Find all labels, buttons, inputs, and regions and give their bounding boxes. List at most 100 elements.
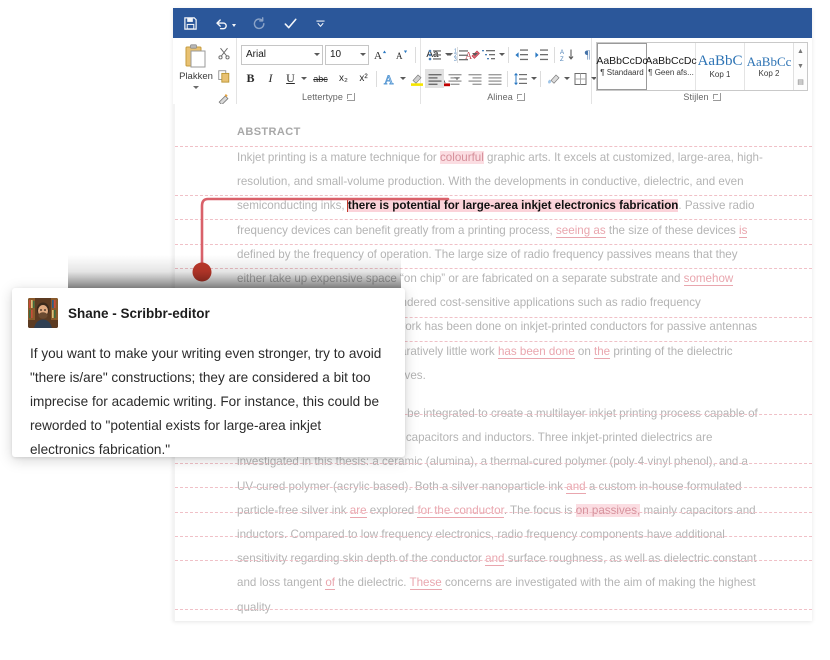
p1-marked-3: is bbox=[739, 223, 748, 238]
document-heading: ABSTRACT bbox=[237, 126, 301, 138]
line-spacing-icon bbox=[513, 72, 527, 85]
redo-icon bbox=[253, 16, 265, 29]
bullets-button[interactable] bbox=[425, 45, 444, 64]
p2-marked-4: for the conductor bbox=[417, 503, 504, 518]
superscript-button[interactable]: x² bbox=[354, 69, 373, 88]
strikethrough-button[interactable]: abc bbox=[308, 69, 333, 88]
increase-indent-button[interactable] bbox=[532, 45, 551, 64]
style-name: Kop 2 bbox=[758, 69, 780, 78]
paste-dropdown-caret[interactable] bbox=[193, 86, 199, 89]
comment-author: Shane - Scribbr-editor bbox=[68, 305, 210, 321]
font-name-input[interactable]: Arial bbox=[241, 44, 323, 65]
sort-icon: A Z bbox=[560, 49, 573, 63]
style-gallery-more-button[interactable]: ▤ bbox=[794, 75, 807, 89]
change-bar bbox=[175, 195, 812, 196]
align-left-button[interactable] bbox=[425, 69, 444, 88]
font-separator-3 bbox=[376, 70, 377, 87]
shading-caret[interactable] bbox=[564, 77, 570, 80]
style-gallery: AaBbCcDc ¶ Standaard AaBbCcDc ¶ Geen afs… bbox=[596, 42, 808, 91]
borders-icon bbox=[574, 72, 586, 85]
quick-access-toolbar bbox=[173, 8, 812, 38]
style-item-standaard[interactable]: AaBbCcDc ¶ Standaard bbox=[596, 43, 648, 90]
text-effects-button[interactable]: A bbox=[380, 69, 399, 88]
sort-button[interactable]: A Z bbox=[558, 45, 577, 64]
chevron-down-icon bbox=[316, 20, 325, 27]
ribbon: Plakken Arial 10 A A Aa A B I U abc x₂ x… bbox=[173, 38, 812, 121]
style-item-kop-2[interactable]: AaBbCc Kop 2 bbox=[745, 43, 793, 90]
style-preview: AaBbCc bbox=[746, 55, 792, 68]
p2-marked-3: are bbox=[349, 503, 367, 518]
p2-marked-8: These bbox=[409, 576, 442, 591]
italic-button[interactable]: I bbox=[261, 69, 280, 88]
screenshot-root: Plakken Arial 10 A A Aa A B I U abc x₂ x… bbox=[0, 0, 830, 660]
multilevel-list-caret[interactable] bbox=[499, 53, 505, 56]
undo-dropdown-caret[interactable] bbox=[232, 23, 236, 27]
style-scroll-up-button[interactable]: ▲ bbox=[794, 44, 807, 58]
p1-marked-7: the bbox=[594, 344, 611, 359]
align-center-button[interactable] bbox=[445, 69, 464, 88]
paragraph-group-label: Alinea bbox=[425, 92, 587, 104]
font-group-label: Lettertype bbox=[241, 92, 416, 104]
shrink-font-button[interactable]: A bbox=[392, 45, 411, 64]
style-name: ¶ Standaard bbox=[600, 67, 644, 77]
align-right-button[interactable] bbox=[465, 69, 484, 88]
paste-button[interactable]: Plakken bbox=[177, 43, 215, 111]
p1-comment-highlight[interactable]: there is potential for large-area inkjet… bbox=[347, 199, 679, 213]
line-spacing-button[interactable] bbox=[511, 69, 530, 88]
change-bar bbox=[175, 487, 812, 488]
numbered-list-icon: 1 2 3 bbox=[454, 48, 468, 63]
text-effects-caret[interactable] bbox=[400, 77, 406, 80]
style-item-kop-1[interactable]: AaBbC Kop 1 bbox=[696, 43, 745, 90]
accept-change-button[interactable] bbox=[283, 16, 298, 31]
underline-caret[interactable] bbox=[301, 77, 307, 80]
change-bar bbox=[175, 219, 812, 220]
p2-marked-7: of bbox=[325, 576, 335, 591]
ribbon-group-styles: AaBbCcDc ¶ Standaard AaBbCcDc ¶ Geen afs… bbox=[592, 38, 812, 104]
paragraph-dialog-launcher[interactable] bbox=[516, 93, 525, 101]
styles-group-label: Stijlen bbox=[596, 92, 808, 104]
comment-header: Shane - Scribbr-editor bbox=[12, 288, 405, 328]
multilevel-list-button[interactable] bbox=[479, 45, 498, 64]
p2-mid-7: the dielectric. bbox=[334, 576, 410, 590]
style-gallery-scroll[interactable]: ▲ ▼ ▤ bbox=[793, 43, 807, 90]
decrease-indent-icon bbox=[514, 48, 528, 60]
change-bar bbox=[175, 512, 812, 513]
bullets-caret[interactable] bbox=[445, 53, 451, 56]
subscript-button[interactable]: x₂ bbox=[334, 69, 353, 88]
change-bar bbox=[175, 536, 812, 537]
align-right-icon bbox=[468, 73, 481, 85]
font-size-caret[interactable] bbox=[360, 53, 366, 56]
p2-mid-4: . The focus is bbox=[503, 503, 576, 517]
line-spacing-caret[interactable] bbox=[531, 77, 537, 80]
cut-button[interactable] bbox=[217, 46, 231, 65]
p1-marked-2: seeing as bbox=[556, 223, 606, 238]
shading-button[interactable] bbox=[544, 69, 563, 88]
font-separator-1 bbox=[415, 46, 416, 63]
font-size-value: 10 bbox=[330, 49, 342, 60]
font-name-caret[interactable] bbox=[314, 53, 320, 56]
save-icon bbox=[184, 16, 197, 30]
customize-quick-access-toolbar-button[interactable] bbox=[314, 17, 327, 30]
copy-button[interactable] bbox=[217, 69, 231, 88]
comment-card[interactable]: Shane - Scribbr-editor If you want to ma… bbox=[12, 288, 405, 457]
numbering-caret[interactable] bbox=[472, 53, 478, 56]
bold-button[interactable]: B bbox=[241, 69, 260, 88]
style-scroll-down-button[interactable]: ▼ bbox=[794, 60, 807, 74]
underline-button[interactable]: U bbox=[281, 69, 300, 88]
grow-font-button[interactable]: A bbox=[371, 45, 390, 64]
svg-text:A: A bbox=[384, 72, 394, 87]
ribbon-group-clipboard: Plakken bbox=[173, 38, 237, 121]
font-dialog-launcher[interactable] bbox=[347, 93, 356, 101]
borders-button[interactable] bbox=[571, 69, 590, 88]
styles-dialog-launcher[interactable] bbox=[712, 93, 721, 101]
redo-button[interactable] bbox=[252, 16, 267, 31]
numbering-button[interactable]: 1 2 3 bbox=[452, 45, 471, 64]
decrease-indent-button[interactable] bbox=[512, 45, 531, 64]
save-button[interactable] bbox=[183, 16, 198, 31]
undo-button[interactable] bbox=[214, 16, 236, 31]
style-name: Kop 1 bbox=[709, 70, 731, 79]
justify-button[interactable] bbox=[485, 69, 504, 88]
p1-marked-4: somehow bbox=[683, 272, 734, 287]
font-size-input[interactable]: 10 bbox=[325, 44, 369, 65]
style-item-geen-afstand[interactable]: AaBbCcDc ¶ Geen afs... bbox=[645, 43, 697, 90]
